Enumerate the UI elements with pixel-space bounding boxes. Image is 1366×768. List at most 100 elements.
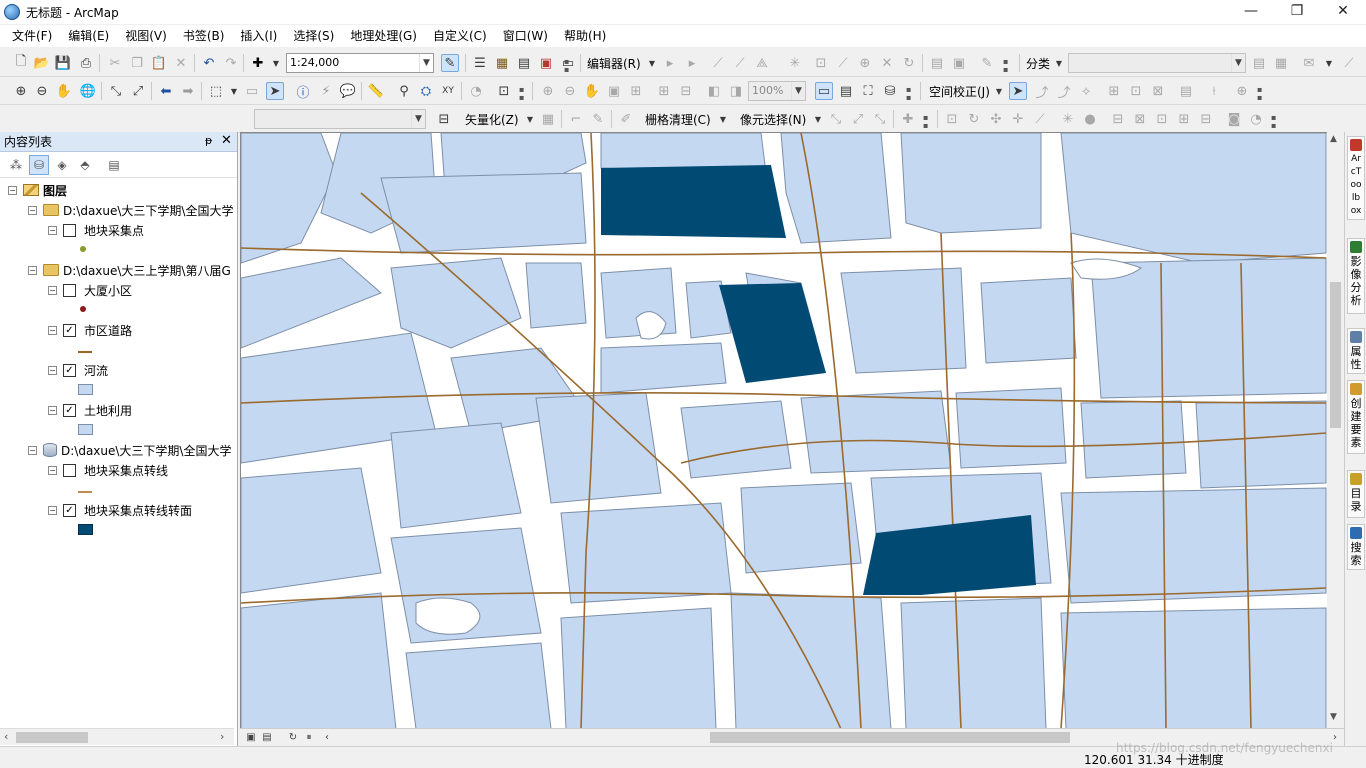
toc-horizontal-scrollbar[interactable]: ‹ › (0, 728, 234, 745)
toc-layer[interactable]: − ✓ 市区道路 (48, 320, 132, 340)
collapse-icon[interactable]: − (8, 185, 17, 195)
vectorization-menu-label[interactable]: 矢量化(Z) (465, 111, 519, 128)
select-connected-cells-icon[interactable]: ⤡ (827, 110, 845, 128)
toc-close-icon[interactable]: ✕ (221, 133, 232, 148)
undo-icon[interactable]: ↶ (200, 54, 218, 72)
paste-icon[interactable]: 📋 (150, 54, 168, 72)
modify-link-icon[interactable]: ⤴ (1055, 82, 1073, 101)
scroll-right-icon[interactable]: › (220, 730, 224, 743)
layout-zoom-out-icon[interactable]: ⊖ (561, 82, 579, 100)
toolbar-grip[interactable]: ▪ ▪ (519, 86, 525, 102)
time-slider-icon[interactable]: ◔ (467, 82, 485, 100)
layout-zoom-in-icon[interactable]: ⊕ (539, 82, 557, 100)
map-horizontal-scroll-thumb[interactable] (710, 732, 1070, 743)
go-to-xy-icon[interactable]: XY (439, 82, 457, 100)
point-icon[interactable]: ✳ (786, 54, 804, 72)
sketch-properties-icon[interactable]: ▣ (950, 54, 968, 72)
forward-extent-icon[interactable]: ➡ (179, 82, 197, 100)
dock-tab-create-features[interactable]: 创建要素 (1347, 380, 1365, 454)
cut-polygons-icon[interactable]: ⊕ (856, 54, 874, 72)
trace-icon[interactable]: ⟁ (753, 54, 771, 72)
multi-displacement-links-icon[interactable]: ⟡ (1077, 82, 1095, 100)
menu-help[interactable]: 帮助(H) (556, 25, 614, 47)
raster-cleanup-dropdown-icon[interactable]: ▼ (714, 110, 732, 128)
raster-line-trace-icon[interactable]: ⌐ (567, 110, 585, 128)
collapse-icon[interactable]: − (28, 205, 37, 215)
redo-icon[interactable]: ↷ (222, 54, 240, 72)
toolbar-grip[interactable]: ▪ ▪ (1257, 86, 1263, 102)
collapse-icon[interactable]: − (48, 225, 57, 235)
collapse-icon[interactable]: − (48, 505, 57, 515)
rotate-georef-icon[interactable]: ↻ (965, 110, 983, 128)
back-extent-icon[interactable]: ⬅ (157, 82, 175, 100)
fixed-zoom-in-icon[interactable]: ⤡ (107, 82, 125, 100)
delete-link-icon[interactable]: ⊟ (1109, 110, 1127, 128)
fixed-layout-zoom-out-icon[interactable]: ⊟ (677, 82, 695, 100)
toc-window-icon[interactable]: ☰ (471, 54, 489, 72)
georef-options-icon[interactable]: ◔ (1247, 110, 1265, 128)
map-display[interactable] (240, 132, 1327, 728)
update-georeferencing-icon[interactable]: ◙ (1225, 110, 1243, 128)
search-window-icon[interactable]: ▤ (515, 54, 533, 72)
add-data-dropdown-icon[interactable]: ▼ (267, 54, 285, 72)
menu-selection[interactable]: 选择(S) (285, 25, 342, 47)
toc-options-icon[interactable]: ▤ (104, 155, 124, 175)
find-connected-cells-icon[interactable]: ⤡ (871, 110, 889, 128)
map-vertical-scrollbar[interactable]: ▲ ▼ (1327, 132, 1344, 728)
rotate-icon[interactable]: ↻ (900, 54, 918, 72)
fixed-zoom-out-icon[interactable]: ⤢ (129, 82, 147, 100)
cell-selection-pointer-icon[interactable]: ✚ (899, 110, 917, 128)
list-by-drawing-order-icon[interactable]: ⁂ (6, 155, 26, 175)
find-route-icon[interactable]: ⛭ (417, 82, 435, 100)
layer-visibility-checkbox[interactable] (63, 463, 76, 477)
maximize-button[interactable]: ❐ (1274, 0, 1320, 24)
pixel-selection-dropdown-icon[interactable]: ▼ (809, 110, 827, 128)
reshape-icon[interactable]: ⟋ (834, 54, 852, 72)
menu-view[interactable]: 视图(V) (117, 25, 175, 47)
find-binoculars-icon[interactable]: ⚲ (395, 82, 413, 100)
menu-customize[interactable]: 自定义(C) (425, 25, 495, 47)
new-displacement-link-icon[interactable]: ⤴ (1033, 82, 1051, 101)
attribute-transfer-icon[interactable]: ⊕ (1233, 82, 1251, 100)
close-button[interactable]: ✕ (1320, 0, 1366, 24)
scroll-left-icon[interactable]: ‹ (320, 731, 334, 745)
minimize-button[interactable]: — (1228, 0, 1274, 24)
toolbar-grip[interactable]: ▪ ▪ (923, 114, 929, 130)
dock-tab-image-analysis[interactable]: 影像分析 (1347, 238, 1365, 314)
arctoolbox-icon[interactable]: ▣ (537, 54, 555, 72)
parcel-polygon[interactable] (601, 165, 786, 238)
print-icon[interactable]: ⎙ (77, 54, 95, 72)
cut-icon[interactable]: ✂ (106, 54, 124, 72)
new-identity-link-icon[interactable]: ⊞ (1105, 82, 1123, 100)
training-sample-manager-icon[interactable]: ▤ (1250, 54, 1268, 72)
menu-geoprocessing[interactable]: 地理处理(G) (342, 25, 425, 47)
zoom-out-icon[interactable]: ⊖ (33, 82, 51, 100)
edit-annotation-icon[interactable]: ▸ (683, 54, 701, 72)
dock-tab-attributes[interactable]: 属性 (1347, 328, 1365, 374)
select-elements-arrow-icon[interactable]: ➤ (1009, 82, 1027, 100)
hyperlink-icon[interactable]: ⚡ (317, 82, 335, 100)
layout-view-icon[interactable]: ▤ (260, 731, 274, 745)
clear-limited-adjustment-area-icon[interactable]: ⊠ (1149, 82, 1167, 100)
zoom-whole-page-icon[interactable]: ▣ (605, 82, 623, 100)
layer-visibility-checkbox[interactable]: ✓ (63, 503, 76, 517)
full-extent-globe-icon[interactable]: 🌐 (79, 82, 97, 100)
georef-fit-display-icon[interactable]: ⊡ (943, 110, 961, 128)
select-features-icon[interactable]: ⬚ (207, 82, 225, 100)
toc-layer[interactable]: − ✓ 河流 (48, 360, 108, 380)
straight-segment-icon[interactable]: ⟋ (709, 54, 727, 72)
toc-layer[interactable]: − 地块采集点转线 (48, 460, 168, 480)
add-data-icon[interactable]: ✚ (249, 54, 267, 72)
end-point-arc-icon[interactable]: ⟋ (731, 54, 749, 72)
collapse-icon[interactable]: − (28, 265, 37, 275)
layout-pan-icon[interactable]: ✋ (583, 82, 601, 100)
toolbar-grip[interactable]: ▪ ▪ (564, 58, 570, 74)
layout-zoom-combo[interactable]: 100% ▼ (748, 81, 806, 101)
edge-match-icon[interactable]: ⟊ (1205, 82, 1223, 100)
toggle-draft-mode-icon[interactable]: ▭ (815, 82, 833, 100)
zoom-in-icon[interactable]: ⊕ (12, 82, 30, 100)
view-link-table-icon[interactable]: ▤ (1177, 82, 1195, 100)
map-scale-combo[interactable]: 1:24,000 ▼ (286, 53, 434, 73)
fixed-layout-zoom-in-icon[interactable]: ⊞ (655, 82, 673, 100)
shift-georef-icon[interactable]: ✣ (987, 110, 1005, 128)
